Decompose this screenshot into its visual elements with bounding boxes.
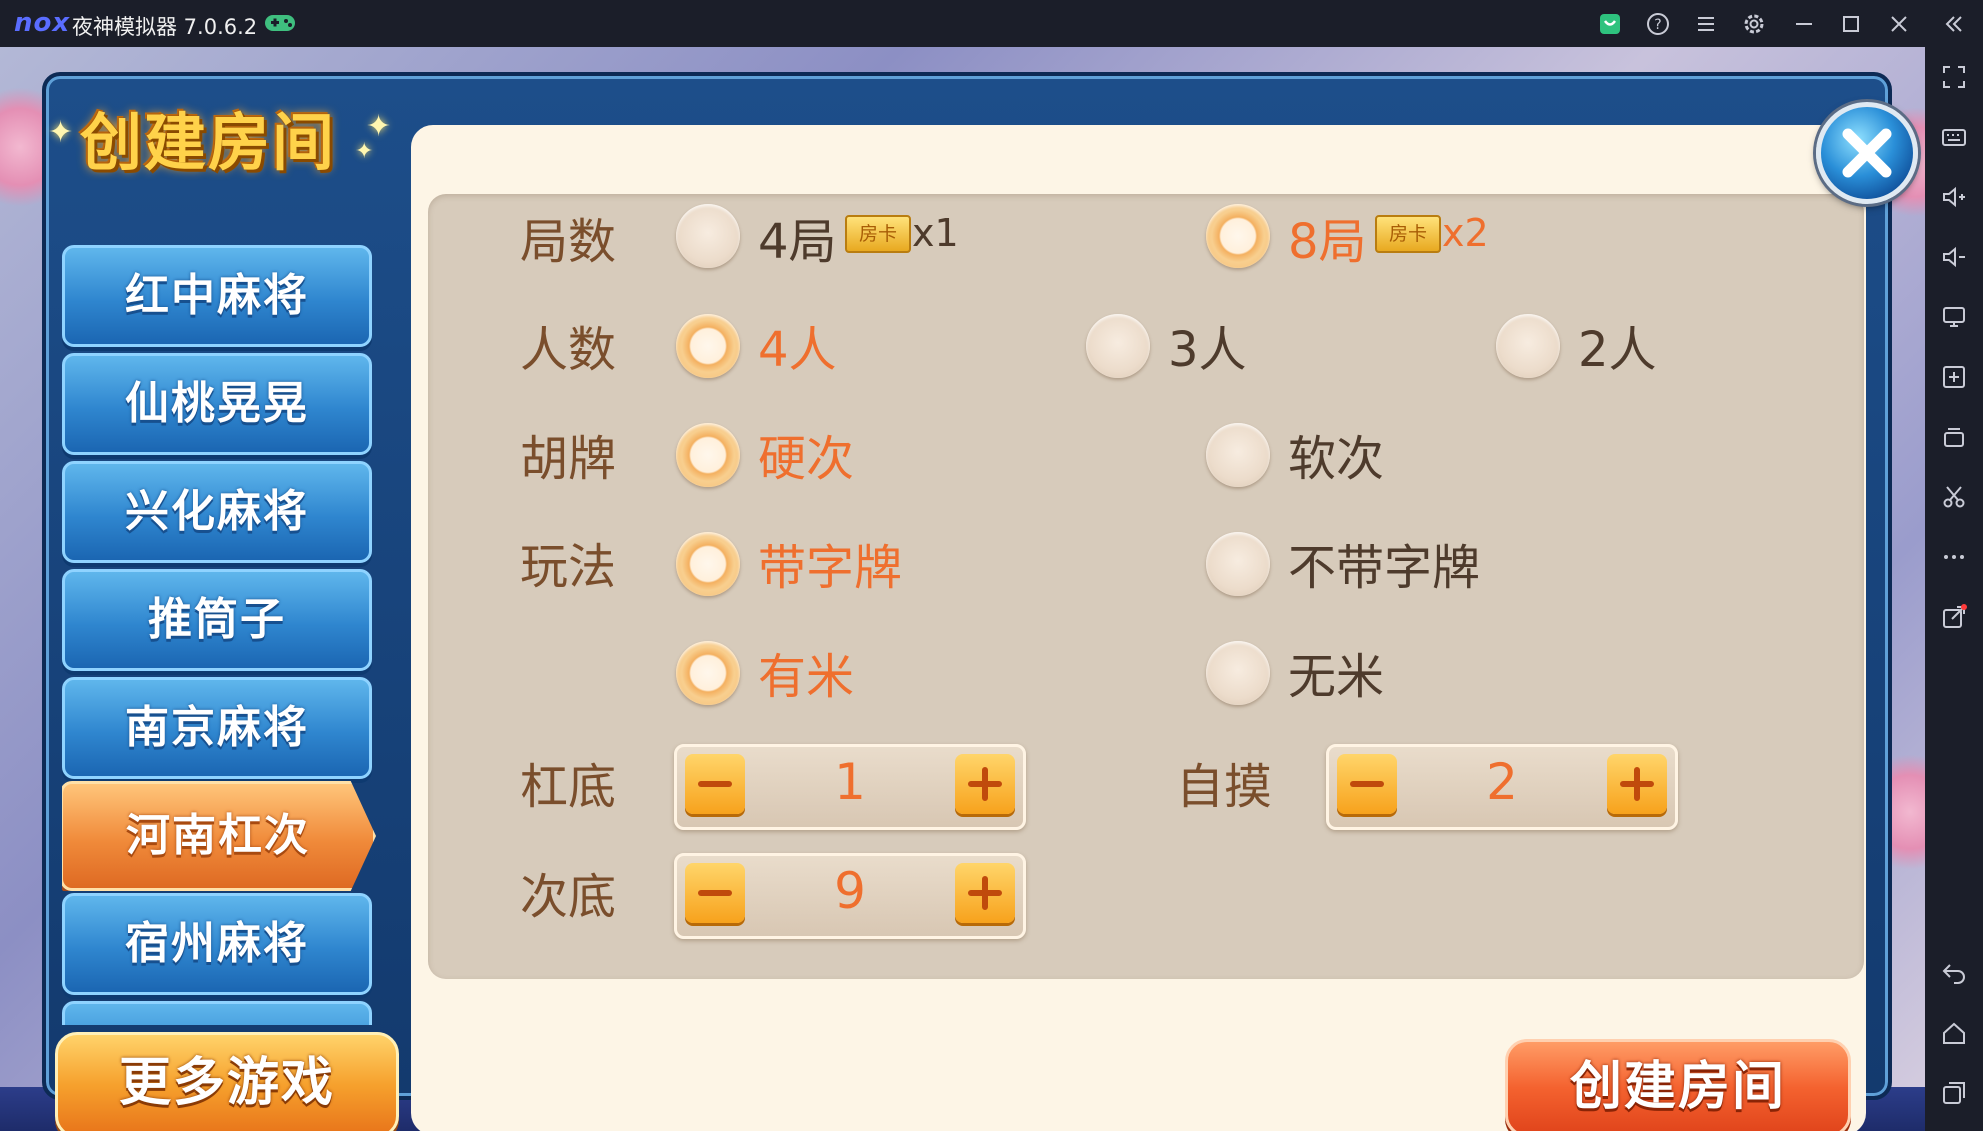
gangdi-decrement-button[interactable] <box>685 754 745 814</box>
gamepad-icon[interactable] <box>262 10 298 36</box>
game-item-henan-gangci[interactable]: 河南杠次 <box>62 781 376 891</box>
rounds-4-label: 4局 <box>758 214 837 270</box>
fullscreen-icon[interactable] <box>1940 63 1968 91</box>
collapse-sidebar-icon[interactable] <box>1940 10 1968 38</box>
gangdi-value: 1 <box>834 753 866 811</box>
create-room-button[interactable]: 创建房间 <box>1505 1039 1851 1131</box>
close-icon <box>1842 128 1892 178</box>
cidi-label: 次底 <box>520 869 617 925</box>
back-icon[interactable] <box>1940 959 1968 987</box>
home-icon[interactable] <box>1940 1019 1968 1047</box>
game-item-partial[interactable] <box>62 1001 372 1025</box>
recent-apps-icon[interactable] <box>1940 1079 1968 1107</box>
emulator-sidebar <box>1925 47 1983 1131</box>
cidi-increment-button[interactable] <box>955 863 1015 923</box>
plus-icon <box>968 876 1002 910</box>
cidi-decrement-button[interactable] <box>685 863 745 923</box>
game-item-xinghua[interactable]: 兴化麻将 <box>62 461 372 563</box>
game-item-suzhou[interactable]: 宿州麻将 <box>62 893 372 995</box>
radio-players-3[interactable] <box>1086 314 1150 378</box>
radio-players-4[interactable] <box>676 314 740 378</box>
players-label: 人数 <box>520 322 617 378</box>
players-3-label: 3人 <box>1168 322 1247 378</box>
close-window-icon[interactable] <box>1885 10 1913 38</box>
radio-wu-mi[interactable] <box>1206 641 1270 705</box>
share-icon[interactable] <box>1940 603 1968 631</box>
with-honor-tiles-label: 带字牌 <box>758 540 903 596</box>
maximize-icon[interactable] <box>1837 10 1865 38</box>
gangdi-stepper: 1 <box>674 744 1026 830</box>
volume-up-icon[interactable] <box>1940 183 1968 211</box>
game-item-nanjing[interactable]: 南京麻将 <box>62 677 372 779</box>
more-icon[interactable] <box>1940 543 1968 571</box>
game-list[interactable]: 红中麻将 仙桃晃晃 兴化麻将 推筒子 南京麻将 河南杠次 宿州麻将 <box>62 245 392 1025</box>
zimo-stepper: 2 <box>1326 744 1678 830</box>
room-card-icon: 房卡 <box>1375 215 1441 253</box>
star-icon: ✦ <box>48 115 74 150</box>
radio-players-2[interactable] <box>1496 314 1560 378</box>
radio-rounds-8[interactable] <box>1206 204 1270 268</box>
zimo-decrement-button[interactable] <box>1337 754 1397 814</box>
minus-icon <box>1350 781 1384 787</box>
radio-hupai-ying[interactable] <box>676 423 740 487</box>
dialog-title: 创建房间 <box>80 106 337 179</box>
game-item-tuitongzi[interactable]: 推筒子 <box>62 569 372 671</box>
hupai-ying-label: 硬次 <box>758 431 855 487</box>
gangdi-increment-button[interactable] <box>955 754 1015 814</box>
rounds-8-label: 8局 <box>1288 214 1367 270</box>
plus-icon <box>1620 767 1654 801</box>
without-honor-tiles-label: 不带字牌 <box>1288 540 1481 596</box>
close-dialog-button[interactable] <box>1816 102 1918 204</box>
radio-without-honor-tiles[interactable] <box>1206 532 1270 596</box>
radio-rounds-4[interactable] <box>676 204 740 268</box>
minimize-icon[interactable] <box>1790 10 1818 38</box>
add-apk-icon[interactable] <box>1940 363 1968 391</box>
room-card-icon: 房卡 <box>845 215 911 253</box>
volume-down-icon[interactable] <box>1940 243 1968 271</box>
rounds-4-cost: x1 <box>912 211 959 255</box>
radio-you-mi[interactable] <box>676 641 740 705</box>
gangdi-label: 杠底 <box>520 759 617 815</box>
menu-icon[interactable] <box>1692 10 1720 38</box>
svg-text:?: ? <box>1654 17 1661 33</box>
minus-icon <box>698 890 732 896</box>
store-icon[interactable] <box>1596 10 1624 38</box>
playstyle-label: 玩法 <box>520 539 617 595</box>
nox-logo: nox <box>14 8 71 38</box>
multi-instance-icon[interactable] <box>1940 423 1968 451</box>
rounds-label: 局数 <box>520 214 617 270</box>
wu-mi-label: 无米 <box>1288 649 1385 705</box>
more-games-button[interactable]: 更多游戏 <box>55 1032 399 1131</box>
players-2-label: 2人 <box>1578 322 1657 378</box>
zimo-label: 自摸 <box>1176 759 1273 815</box>
help-icon[interactable]: ? <box>1644 10 1672 38</box>
cidi-value: 9 <box>834 862 866 920</box>
cidi-stepper: 9 <box>674 853 1026 939</box>
rounds-8-cost: x2 <box>1442 211 1489 255</box>
game-item-hongzhong[interactable]: 红中麻将 <box>62 245 372 347</box>
plus-icon <box>968 767 1002 801</box>
star-icon: ✦ <box>355 139 374 164</box>
keyboard-icon[interactable] <box>1940 123 1968 151</box>
screen-icon[interactable] <box>1940 303 1968 331</box>
game-screen: ✦ ✦ ✦ 创建房间 红中麻将 仙桃晃晃 兴化麻将 推筒子 南京麻将 河南杠次 … <box>0 47 1925 1131</box>
radio-with-honor-tiles[interactable] <box>676 532 740 596</box>
you-mi-label: 有米 <box>758 649 855 705</box>
app-title: 夜神模拟器 7.0.6.2 <box>72 15 258 39</box>
zimo-increment-button[interactable] <box>1607 754 1667 814</box>
emulator-titlebar: nox 夜神模拟器 7.0.6.2 ? <box>0 0 1983 47</box>
hupai-ruan-label: 软次 <box>1288 431 1385 487</box>
screenshot-icon[interactable] <box>1940 483 1968 511</box>
hupai-label: 胡牌 <box>520 431 617 487</box>
game-item-xiantao[interactable]: 仙桃晃晃 <box>62 353 372 455</box>
zimo-value: 2 <box>1486 753 1518 811</box>
settings-icon[interactable] <box>1740 10 1768 38</box>
radio-hupai-ruan[interactable] <box>1206 423 1270 487</box>
minus-icon <box>698 781 732 787</box>
players-4-label: 4人 <box>758 322 837 378</box>
